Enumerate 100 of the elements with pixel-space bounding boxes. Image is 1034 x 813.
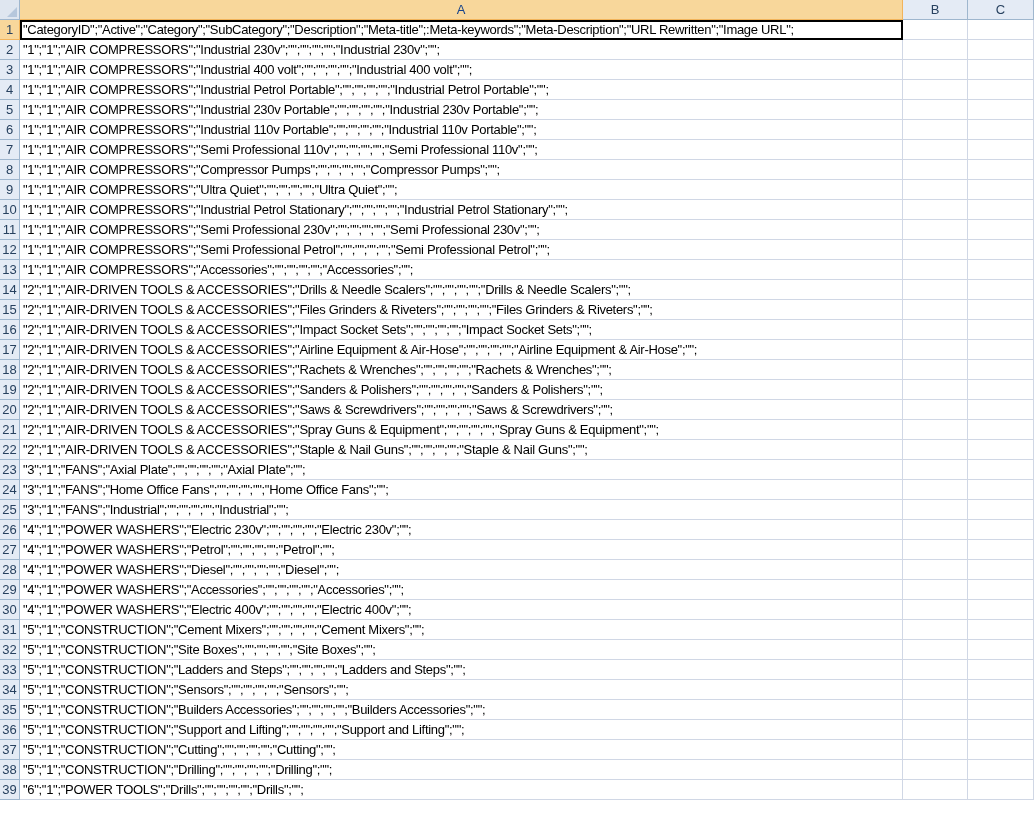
column-header[interactable]: B: [903, 0, 968, 20]
row-header[interactable]: 20: [0, 400, 20, 420]
row-header[interactable]: 31: [0, 620, 20, 640]
row-header[interactable]: 29: [0, 580, 20, 600]
table-cell: "5";"1";"CONSTRUCTION";"Builders Accessories";"";"";"";"";"Builders Accessories";"";: [23, 701, 486, 719]
table-cell: "1";"1";"AIR COMPRESSORS";"Industrial 230v Portable";"";"";"";"";"Industrial 230v Portable";"";: [23, 101, 539, 119]
table-cell: "4";"1";"POWER WASHERS";"Electric 400v";"";"";"";"";"Electric 400v";"";: [23, 601, 412, 619]
empty-cell: [968, 160, 1034, 180]
row-header[interactable]: 15: [0, 300, 20, 320]
row-header[interactable]: 9: [0, 180, 20, 200]
row-header[interactable]: 7: [0, 140, 20, 160]
table-cell: "1";"1";"AIR COMPRESSORS";"Semi Professional 230v";"";"";"";"";"Semi Professional 230v";"";: [23, 221, 540, 239]
table-cell: "2";"1";"AIR-DRIVEN TOOLS & ACCESSORIES";"Staple & Nail Guns";"";"";"";"";"Staple & Nail Guns";"";: [23, 441, 588, 459]
table-cell: "2";"1";"AIR-DRIVEN TOOLS & ACCESSORIES";"Files Grinders & Riveters";"";"";"";"";"Files Grinders & Riveters";"";: [23, 301, 653, 319]
row-header[interactable]: 12: [0, 240, 20, 260]
empty-cell: [968, 180, 1034, 200]
table-cell: "2";"1";"AIR-DRIVEN TOOLS & ACCESSORIES";"Spray Guns & Equipment";"";"";"";"";"Spray Guns & Equipment";"";: [23, 421, 659, 439]
row-header[interactable]: 33: [0, 660, 20, 680]
row-header[interactable]: 3: [0, 60, 20, 80]
empty-cell: [968, 320, 1034, 340]
empty-cell: [968, 440, 1034, 460]
empty-cell: [968, 260, 1034, 280]
table-cell: "6";"1";"POWER TOOLS";"Drills";"";"";"";"";"Drills";"";: [23, 781, 304, 799]
empty-cell: [968, 680, 1034, 700]
table-cell: "1";"1";"AIR COMPRESSORS";"Industrial Petrol Stationary";"";"";"";"";"Industrial Petrol Stationary";"";: [23, 201, 568, 219]
table-cell: "4";"1";"POWER WASHERS";"Petrol";"";"";"";"";"Petrol";"";: [23, 541, 335, 559]
table-cell: "CategoryID";"Active";"Category";"SubCategory";"Description";"Meta-title";:Meta-keywords";"Meta-Description";"URL Rewritten";"Image URL";: [23, 21, 794, 39]
table-cell: "2";"1";"AIR-DRIVEN TOOLS & ACCESSORIES";"Drills & Needle Scalers";"";"";"";"";"Drills & Needle Scalers";"";: [23, 281, 631, 299]
row-header[interactable]: 14: [0, 280, 20, 300]
table-cell: "1";"1";"AIR COMPRESSORS";"Semi Professional 110v";"";"";"";"";"Semi Professional 110v";"";: [23, 141, 538, 159]
empty-cell: [968, 640, 1034, 660]
table-cell: "2";"1";"AIR-DRIVEN TOOLS & ACCESSORIES";"Rachets & Wrenches";"";"";"";"";"Rachets & Wrenches";"";: [23, 361, 612, 379]
row-header[interactable]: 21: [0, 420, 20, 440]
table-cell: "1";"1";"AIR COMPRESSORS";"Industrial 400 volt";"";"";"";"";"Industrial 400 volt";"";: [23, 61, 472, 79]
row-header[interactable]: 26: [0, 520, 20, 540]
table-cell: "1";"1";"AIR COMPRESSORS";"Industrial Petrol Portable";"";"";"";"";"Industrial Petrol Portable";"";: [23, 81, 549, 99]
table-cell: "2";"1";"AIR-DRIVEN TOOLS & ACCESSORIES";"Airline Equipment & Air-Hose";"";"";"";"";"Airline Equipment & Air-Hose";"";: [23, 341, 698, 359]
row-header[interactable]: 6: [0, 120, 20, 140]
row-header[interactable]: 13: [0, 260, 20, 280]
table-cell: "5";"1";"CONSTRUCTION";"Ladders and Steps";"";"";"";"";"Ladders and Steps";"";: [23, 661, 466, 679]
row-header[interactable]: 35: [0, 700, 20, 720]
select-all-icon[interactable]: [7, 7, 17, 17]
empty-cell: [968, 340, 1034, 360]
row-header[interactable]: 8: [0, 160, 20, 180]
empty-cell: [968, 780, 1034, 800]
table-cell: "1";"1";"AIR COMPRESSORS";"Ultra Quiet";"";"";"";"";"Ultra Quiet";"";: [23, 181, 398, 199]
table-cell: "4";"1";"POWER WASHERS";"Diesel";"";"";"";"";"Diesel";"";: [23, 561, 339, 579]
row-header[interactable]: 30: [0, 600, 20, 620]
row-header[interactable]: 1: [0, 20, 20, 40]
empty-cell: [968, 700, 1034, 720]
row-header[interactable]: 24: [0, 480, 20, 500]
row-header[interactable]: 23: [0, 460, 20, 480]
empty-cell: [968, 500, 1034, 520]
table-cell: "1";"1";"AIR COMPRESSORS";"Semi Professional Petrol";"";"";"";"";"Semi Professional Petrol";"";: [23, 241, 550, 259]
empty-cell: [968, 540, 1034, 560]
table-cell: "1";"1";"AIR COMPRESSORS";"Industrial 110v Portable";"";"";"";"";"Industrial 110v Portable";"";: [23, 121, 537, 139]
row-header[interactable]: 25: [0, 500, 20, 520]
row-header[interactable]: 38: [0, 760, 20, 780]
empty-cell: [968, 280, 1034, 300]
row-header[interactable]: 4: [0, 80, 20, 100]
row-header[interactable]: 19: [0, 380, 20, 400]
empty-cell: [968, 140, 1034, 160]
empty-cell: [968, 720, 1034, 740]
empty-cell: [968, 580, 1034, 600]
row-header[interactable]: 27: [0, 540, 20, 560]
empty-cell: [968, 60, 1034, 80]
row-header[interactable]: 2: [0, 40, 20, 60]
row-header[interactable]: 28: [0, 560, 20, 580]
column-header[interactable]: C: [968, 0, 1034, 20]
row-header[interactable]: 17: [0, 340, 20, 360]
row-header[interactable]: 32: [0, 640, 20, 660]
table-cell: "1";"1";"AIR COMPRESSORS";"Compressor Pumps";"";"";"";"";"Compressor Pumps";"";: [23, 161, 500, 179]
table-cell: "3";"1";"FANS";"Axial Plate";"";"";"";"";"Axial Plate";"";: [23, 461, 306, 479]
row-header[interactable]: 16: [0, 320, 20, 340]
empty-cell: [968, 100, 1034, 120]
table-cell: "3";"1";"FANS";"Home Office Fans";"";"";"";"";"Home Office Fans";"";: [23, 481, 389, 499]
empty-cell: [968, 120, 1034, 140]
empty-cell: [968, 460, 1034, 480]
table-cell: "5";"1";"CONSTRUCTION";"Sensors";"";"";"";"";"Sensors";"";: [23, 681, 349, 699]
row-header[interactable]: 22: [0, 440, 20, 460]
row-header[interactable]: 11: [0, 220, 20, 240]
table-cell: "5";"1";"CONSTRUCTION";"Cutting";"";"";"";"";"Cutting";"";: [23, 741, 336, 759]
table-cell: "2";"1";"AIR-DRIVEN TOOLS & ACCESSORIES";"Impact Socket Sets";"";"";"";"";"Impact Socket Sets";"";: [23, 321, 592, 339]
empty-cell: [968, 600, 1034, 620]
row-header[interactable]: 5: [0, 100, 20, 120]
empty-cell: [968, 220, 1034, 240]
row-header[interactable]: 18: [0, 360, 20, 380]
row-header[interactable]: 37: [0, 740, 20, 760]
row-header[interactable]: 36: [0, 720, 20, 740]
table-cell: "2";"1";"AIR-DRIVEN TOOLS & ACCESSORIES";"Sanders & Polishers";"";"";"";"";"Sanders & Polishers";"";: [23, 381, 603, 399]
column-header[interactable]: A: [20, 0, 903, 20]
empty-cell: [968, 760, 1034, 780]
empty-cell: [968, 520, 1034, 540]
row-header[interactable]: 39: [0, 780, 20, 800]
row-header[interactable]: 34: [0, 680, 20, 700]
table-cell: "5";"1";"CONSTRUCTION";"Cement Mixers";"";"";"";"";"Cement Mixers";"";: [23, 621, 425, 639]
empty-cell: [968, 740, 1034, 760]
empty-cell: [968, 360, 1034, 380]
empty-cell: [968, 40, 1034, 60]
row-header[interactable]: 10: [0, 200, 20, 220]
